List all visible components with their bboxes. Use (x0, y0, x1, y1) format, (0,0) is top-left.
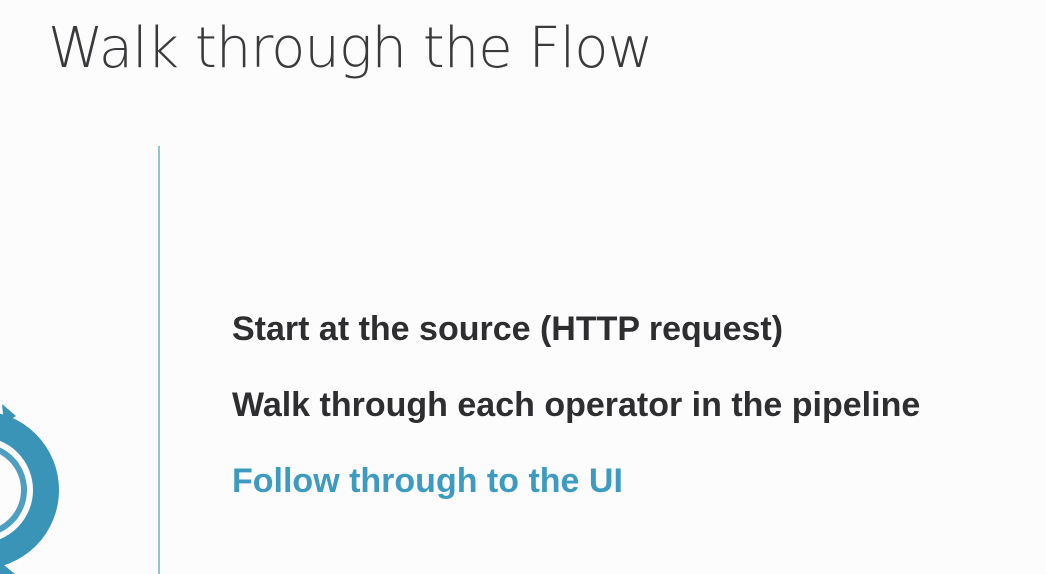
bullet-list: Start at the source (HTTP request) Walk … (232, 310, 920, 538)
bullet-item-operators: Walk through each operator in the pipeli… (232, 386, 921, 424)
bullet-item-source: Start at the source (HTTP request) (232, 310, 784, 348)
logo-icon (0, 404, 59, 574)
bullet-item-ui: Follow through to the UI (232, 462, 623, 500)
slide: Walk through the Flow Start at the sourc… (0, 0, 1046, 574)
vertical-divider (158, 146, 160, 574)
slide-title: Walk through the Flow (48, 16, 653, 81)
